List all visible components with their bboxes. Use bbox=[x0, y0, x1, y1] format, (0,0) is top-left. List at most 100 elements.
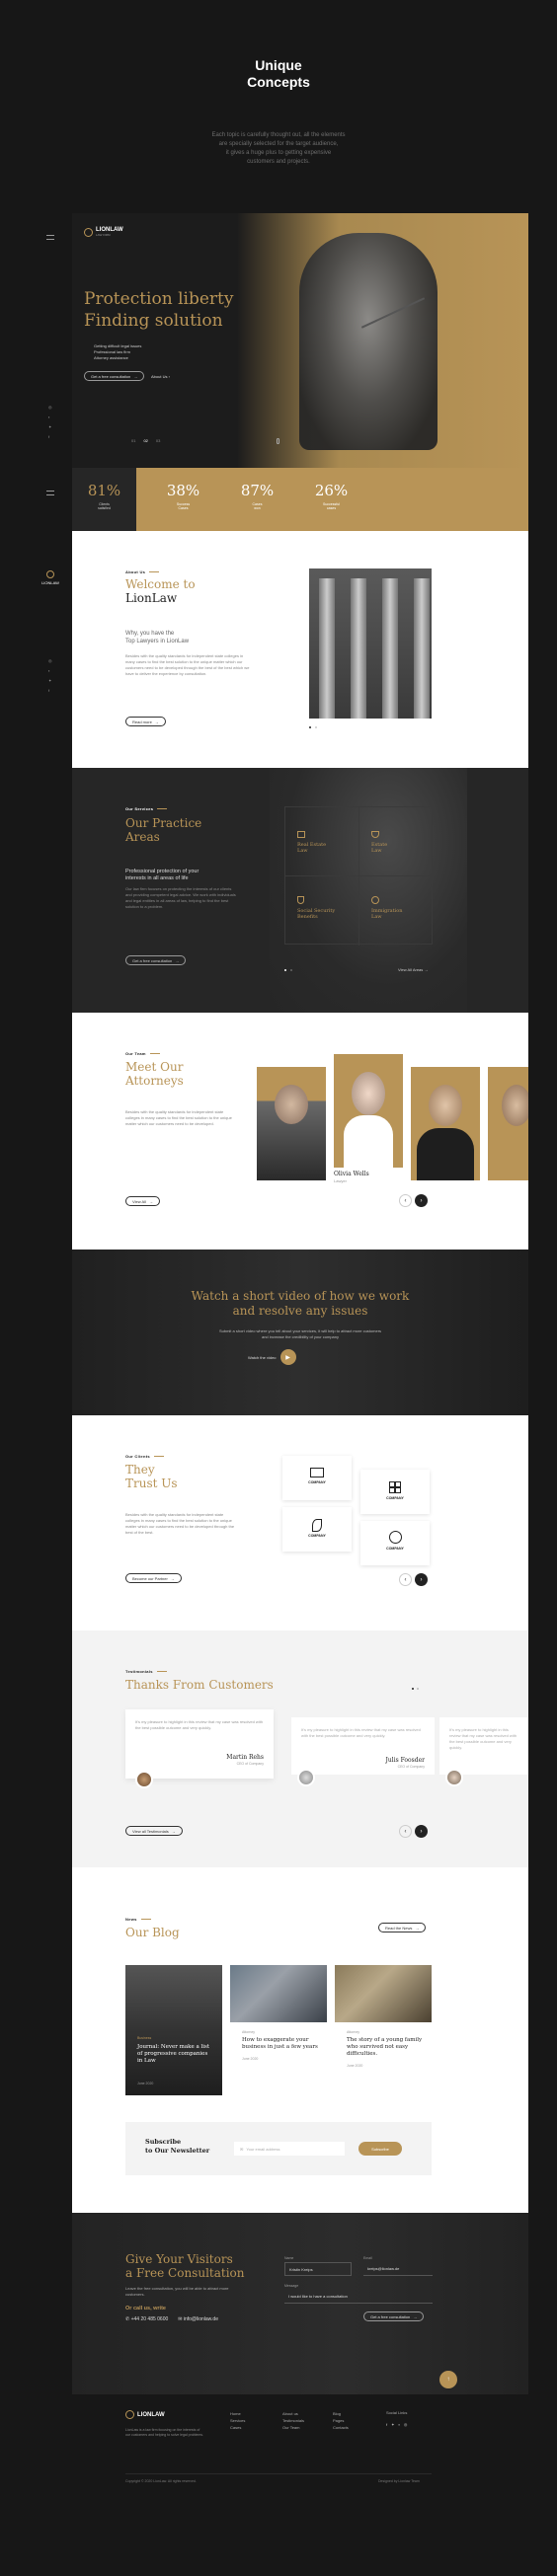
subscribe-button[interactable]: Subscribe bbox=[358, 2142, 402, 2156]
footer-link[interactable]: Blog bbox=[333, 2410, 349, 2417]
slide-number[interactable]: 02 bbox=[143, 438, 147, 443]
testimonial-quote: It's my pleasure to highlight in this re… bbox=[135, 1719, 264, 1730]
next-arrow-icon[interactable]: › bbox=[415, 1194, 428, 1207]
twitter-icon[interactable]: ✦ bbox=[391, 2422, 394, 2427]
practice-consult-button[interactable]: Get a free consultation → bbox=[125, 955, 187, 965]
slider-dot[interactable] bbox=[309, 726, 311, 728]
testimonial-quote: It's my pleasure to highlight in this re… bbox=[301, 1727, 421, 1738]
attorney-card[interactable] bbox=[257, 1067, 326, 1180]
hero-about-label: About Us bbox=[151, 374, 168, 379]
attorney-card[interactable] bbox=[411, 1067, 480, 1180]
email-link[interactable]: ✉ info@lionlaw.de bbox=[178, 2316, 218, 2322]
message-label: Message bbox=[284, 2284, 299, 2288]
slider-dot[interactable] bbox=[290, 969, 292, 971]
next-arrow-icon[interactable]: › bbox=[415, 1573, 428, 1586]
intro-title-line1: Unique bbox=[255, 57, 302, 73]
linkedin-icon[interactable]: ▪ bbox=[48, 666, 52, 676]
message-field[interactable]: I would like to have a consultation bbox=[284, 2290, 433, 2304]
footer-link[interactable]: Pages bbox=[333, 2417, 349, 2424]
scroll-top-icon[interactable]: ↑ bbox=[439, 2371, 457, 2388]
slider-dot[interactable] bbox=[417, 1688, 419, 1690]
testimonials-view-all-button[interactable]: View all Testimonials → bbox=[125, 1826, 183, 1836]
newsletter-title-line1: Subscribe bbox=[145, 2138, 182, 2146]
name-label: Name bbox=[284, 2256, 294, 2260]
testimonial-card[interactable]: It's my pleasure to highlight in this re… bbox=[291, 1717, 435, 1775]
facebook-icon[interactable]: f bbox=[386, 2422, 387, 2427]
phone-link[interactable]: ✆ +44 20 485 0600 bbox=[125, 2316, 168, 2322]
stat-1: 81% Clients satisfied bbox=[72, 482, 136, 510]
twitter-icon[interactable]: ✦ bbox=[48, 676, 52, 686]
slide-number[interactable]: 01 bbox=[131, 438, 135, 443]
arrow-right-icon: → bbox=[413, 2313, 418, 2319]
prev-arrow-icon[interactable]: ‹ bbox=[399, 1825, 412, 1838]
attorney-photo bbox=[502, 1085, 528, 1126]
lion-icon bbox=[46, 570, 54, 578]
email-value: info@lionlaw.de bbox=[183, 2316, 218, 2322]
facebook-icon[interactable]: f bbox=[48, 432, 52, 442]
linkedin-icon[interactable]: ▪ bbox=[48, 413, 52, 422]
clients-partner-button[interactable]: Become our Partner → bbox=[125, 1573, 182, 1583]
footer-link[interactable]: Contacts bbox=[333, 2424, 349, 2431]
practice-card[interactable]: Social Security Benefits bbox=[285, 876, 359, 946]
practice-card[interactable]: Immigration Law bbox=[359, 876, 434, 946]
menu-icon[interactable] bbox=[46, 235, 54, 240]
blog-read-news-button[interactable]: Read the News → bbox=[378, 1923, 427, 1932]
email-placeholder: Your email address bbox=[246, 2146, 280, 2152]
team-view-all-button[interactable]: View All → bbox=[125, 1196, 160, 1206]
about-read-more-button[interactable]: Read more → bbox=[125, 717, 166, 726]
attorney-photo bbox=[275, 1085, 308, 1124]
footer-col-1: Home Services Cases bbox=[230, 2410, 245, 2431]
slider-dot[interactable] bbox=[412, 1688, 414, 1690]
linkedin-icon[interactable]: ▪ bbox=[398, 2422, 399, 2427]
stat-3: 87% Cases won bbox=[225, 482, 289, 510]
prev-arrow-icon[interactable]: ‹ bbox=[399, 1194, 412, 1207]
column bbox=[382, 578, 398, 719]
facebook-icon[interactable]: f bbox=[48, 686, 52, 696]
slider-dot[interactable] bbox=[284, 969, 286, 971]
email-field[interactable]: kreips@lionlaw.de bbox=[363, 2262, 433, 2276]
intro-desc-line: customers and projects. bbox=[247, 159, 310, 165]
next-arrow-icon[interactable]: › bbox=[415, 1825, 428, 1838]
play-icon[interactable]: ▶ bbox=[279, 1349, 296, 1365]
hero-consultation-button[interactable]: Get a free consultation → bbox=[84, 371, 145, 381]
arrow-right-icon: → bbox=[133, 373, 138, 379]
name-field-value: Kristin Kreips bbox=[289, 2266, 313, 2272]
slide-number[interactable]: 03 bbox=[156, 438, 160, 443]
view-all-areas-label: View All Areas bbox=[398, 967, 424, 972]
blog-card-featured[interactable]: Business Journal: Never make a list of p… bbox=[125, 1965, 222, 2095]
slider-dot[interactable] bbox=[315, 726, 317, 728]
twitter-icon[interactable]: ✦ bbox=[48, 422, 52, 432]
name-field[interactable]: Kristin Kreips bbox=[284, 2262, 352, 2276]
footer-link[interactable]: Cases bbox=[230, 2424, 245, 2431]
blog-card[interactable]: Attorney How to exaggerate your business… bbox=[230, 1965, 327, 2095]
clients-section: Our Clients They Trust Us Besides with t… bbox=[72, 1415, 528, 1630]
newsletter-email-input[interactable]: ✉ Your email address bbox=[234, 2142, 345, 2156]
practice-card[interactable]: Real Estate Law bbox=[285, 807, 359, 876]
testimonial-card[interactable]: It's my pleasure to highlight in this re… bbox=[439, 1717, 528, 1775]
footer-logo: LIONLAW bbox=[125, 2410, 165, 2419]
blog-card[interactable]: Attorney The story of a young family who… bbox=[335, 1965, 432, 2095]
footer-link[interactable]: Our Team bbox=[282, 2424, 304, 2431]
attorney-card[interactable] bbox=[488, 1067, 528, 1180]
about-dots bbox=[309, 726, 317, 728]
hero-about-link[interactable]: About Us › bbox=[151, 374, 170, 379]
practice-card[interactable]: Estate Law bbox=[359, 807, 434, 876]
scroll-down-icon[interactable] bbox=[277, 438, 279, 444]
footer-link[interactable]: Testimonials bbox=[282, 2417, 304, 2424]
video-play[interactable]: Watch the video ▶ bbox=[248, 1349, 296, 1365]
practice-title: Our Practice Areas bbox=[125, 816, 201, 844]
instagram-icon[interactable]: ◎ bbox=[48, 656, 52, 666]
about-section: About Us Welcome to LionLaw Why, you hav… bbox=[72, 531, 528, 768]
menu-icon-2[interactable] bbox=[46, 491, 54, 495]
consult-submit-button[interactable]: Get a free consultation → bbox=[363, 2311, 425, 2321]
view-all-areas-link[interactable]: View All Areas → bbox=[398, 967, 428, 972]
instagram-icon[interactable]: ◎ bbox=[404, 2422, 408, 2427]
footer-body: LionLaw is a law firm focusing on the in… bbox=[125, 2428, 203, 2437]
footer-link[interactable]: About us bbox=[282, 2410, 304, 2417]
footer-link[interactable]: Services bbox=[230, 2417, 245, 2424]
attorney-card-featured[interactable] bbox=[334, 1054, 403, 1168]
testimonial-card[interactable]: It's my pleasure to highlight in this re… bbox=[125, 1709, 274, 1779]
prev-arrow-icon[interactable]: ‹ bbox=[399, 1573, 412, 1586]
footer-link[interactable]: Home bbox=[230, 2410, 245, 2417]
instagram-icon[interactable]: ◎ bbox=[48, 403, 52, 413]
